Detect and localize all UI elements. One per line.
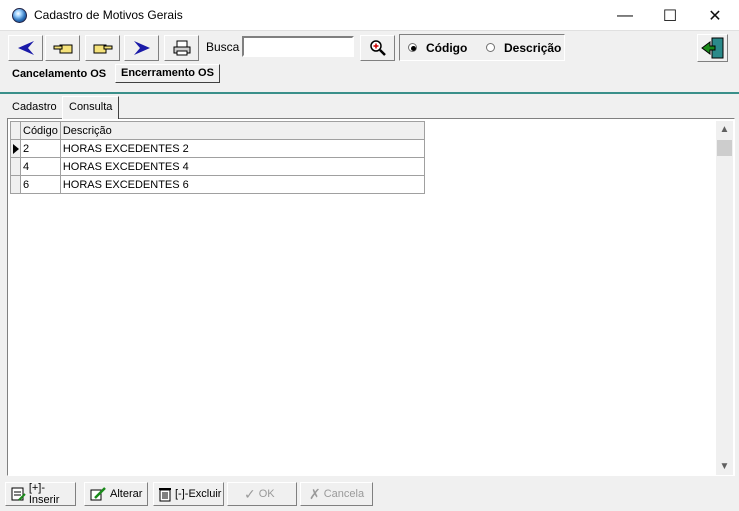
arrow-right-icon: [133, 41, 150, 55]
close-button[interactable]: ✕: [692, 0, 738, 31]
notepad-add-icon: [11, 487, 26, 501]
last-record-button[interactable]: [124, 35, 159, 61]
section-divider: [0, 92, 739, 94]
cell-descricao[interactable]: HORAS EXCEDENTES 6: [59, 175, 426, 194]
exit-door-icon: [700, 37, 723, 59]
window-title: Cadastro de Motivos Gerais: [34, 8, 183, 22]
maximize-button[interactable]: ☐: [647, 0, 693, 31]
ok-button[interactable]: ✓ OK: [227, 482, 297, 506]
scroll-up-icon[interactable]: ▲: [716, 121, 733, 138]
column-header-codigo[interactable]: Código: [20, 121, 61, 140]
cancela-button[interactable]: ✗ Cancela: [300, 482, 373, 506]
row-indicator: [10, 175, 21, 194]
radio-descricao-label[interactable]: Descrição: [504, 41, 561, 55]
cell-codigo[interactable]: 6: [20, 175, 61, 194]
row-indicator: [10, 139, 21, 158]
tab-cancelamento-os[interactable]: Cancelamento OS: [8, 66, 110, 82]
hand-pointing-right-icon: [93, 44, 112, 54]
table-row[interactable]: 4 HORAS EXCEDENTES 4: [10, 157, 426, 176]
scroll-down-icon[interactable]: ▼: [716, 458, 733, 475]
minimize-button[interactable]: —: [602, 0, 648, 31]
cell-descricao[interactable]: HORAS EXCEDENTES 2: [59, 139, 426, 158]
search-button[interactable]: [360, 35, 395, 61]
search-input[interactable]: [242, 36, 354, 57]
ok-label: OK: [258, 488, 275, 500]
radio-selected-dot: [411, 46, 416, 51]
cancela-label: Cancela: [323, 488, 365, 500]
printer-icon: [173, 40, 190, 56]
inserir-label: [+]-Inserir: [28, 482, 60, 506]
cancel-x-icon: ✗: [309, 485, 321, 502]
cell-descricao[interactable]: HORAS EXCEDENTES 4: [59, 157, 426, 176]
app-globe-icon: [12, 8, 27, 23]
tab-cadastro[interactable]: Cadastro: [7, 98, 62, 118]
alterar-button[interactable]: Alterar: [84, 482, 148, 506]
current-row-pointer-icon: [13, 143, 19, 154]
trash-icon: [159, 488, 171, 502]
exit-button[interactable]: [697, 34, 728, 62]
previous-record-button[interactable]: [45, 35, 80, 61]
radio-codigo[interactable]: [408, 43, 417, 52]
table-row[interactable]: 6 HORAS EXCEDENTES 6: [10, 175, 426, 194]
alterar-label: Alterar: [110, 488, 143, 500]
records-grid: Código Descrição 2 HORAS EXCEDENTES 2 4 …: [10, 121, 426, 194]
hand-pointing-left-icon: [53, 44, 72, 54]
tab-encerramento-os[interactable]: Encerramento OS: [115, 64, 220, 83]
inserir-button[interactable]: [+]-Inserir: [5, 482, 76, 506]
row-indicator: [10, 157, 21, 176]
radio-codigo-label[interactable]: Código: [426, 41, 467, 55]
print-button[interactable]: [164, 35, 199, 61]
column-header-descricao[interactable]: Descrição: [59, 121, 426, 140]
first-record-button[interactable]: [8, 35, 43, 61]
checkmark-icon: ✓: [244, 485, 256, 502]
radio-descricao[interactable]: [486, 43, 495, 52]
row-indicator-header: [10, 121, 21, 140]
vertical-scrollbar[interactable]: [716, 121, 733, 475]
busca-label: Busca: [206, 40, 240, 54]
next-record-button[interactable]: [85, 35, 120, 61]
table-row[interactable]: 2 HORAS EXCEDENTES 2: [10, 139, 426, 158]
cell-codigo[interactable]: 2: [20, 139, 61, 158]
edit-pencil-icon: [90, 487, 106, 501]
zoom-magnifier-icon: [369, 40, 386, 56]
cell-codigo[interactable]: 4: [20, 157, 61, 176]
scroll-thumb[interactable]: [717, 140, 732, 156]
tab-consulta[interactable]: Consulta: [62, 96, 120, 119]
excluir-label: [-]-Excluir: [175, 488, 222, 500]
excluir-button[interactable]: [-]-Excluir: [153, 482, 224, 506]
arrow-left-icon: [17, 41, 34, 55]
grid-header-row: Código Descrição: [10, 121, 426, 140]
